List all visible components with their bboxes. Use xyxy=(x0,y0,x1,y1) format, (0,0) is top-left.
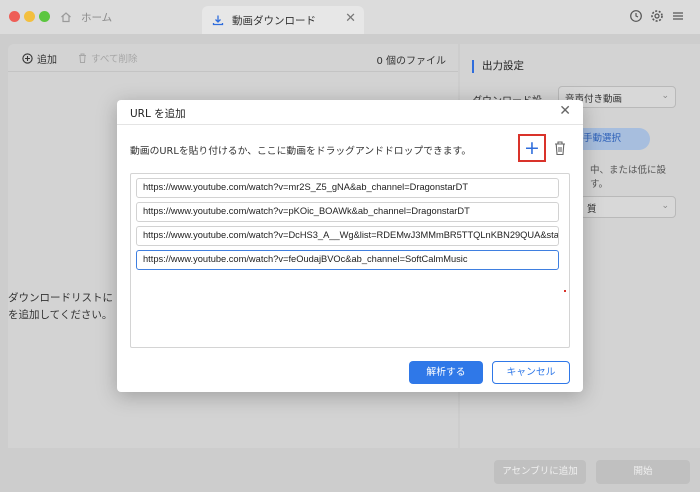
add-url-dialog: URL を追加 ✕ 動画のURLを貼り付けるか、ここに動画をドラッグアンドドロッ… xyxy=(117,100,583,392)
add-button[interactable]: 追加 xyxy=(22,51,57,66)
trash-icon[interactable] xyxy=(553,140,567,156)
marker-dot xyxy=(564,290,566,292)
dialog-title: URL を追加 xyxy=(130,108,186,120)
quality-value: 質 xyxy=(587,204,597,215)
dialog-description: 動画のURLを貼り付けるか、ここに動画をドラッグアンドドロップできます。 xyxy=(130,146,472,157)
window-close-button[interactable] xyxy=(9,11,20,22)
tab-video-download[interactable]: 動画ダウンロード ✕ xyxy=(202,6,364,34)
window-minimize-button[interactable] xyxy=(24,11,35,22)
dialog-close-icon[interactable]: ✕ xyxy=(559,104,571,118)
home-icon xyxy=(61,12,71,23)
chevron-down-icon: ⌄ xyxy=(661,91,669,101)
url-input[interactable]: https://www.youtube.com/watch?v=pKOic_BO… xyxy=(136,202,559,222)
analyze-button[interactable]: 解析する xyxy=(409,361,483,384)
url-input[interactable]: https://www.youtube.com/watch?v=DcHS3_A_… xyxy=(136,226,559,246)
footer-bar: アセンブリに追加 開始 xyxy=(0,448,700,492)
clear-all-label: すべて削除 xyxy=(91,54,138,65)
empty-message-line-1: ダウンロードリストに xyxy=(8,292,113,304)
output-settings-title: 出力設定 xyxy=(472,60,524,73)
chevron-down-icon: ⌄ xyxy=(661,201,669,211)
list-toolbar: 追加 すべて削除 0 個のファイル xyxy=(8,44,458,72)
quality-select[interactable]: 質 ⌄ xyxy=(580,196,676,218)
quality-hint-line-2: す。 xyxy=(590,179,609,190)
plus-circle-icon xyxy=(22,53,33,64)
tab-home-label: ホーム xyxy=(81,11,113,24)
add-to-queue-button[interactable]: アセンブリに追加 xyxy=(494,460,586,484)
quality-hint: 中、または低に設 す。 xyxy=(590,164,666,192)
download-icon xyxy=(212,15,224,26)
empty-message-line-2: を追加してください。 xyxy=(8,309,113,321)
plus-icon: + xyxy=(524,136,540,159)
tab-close-icon[interactable]: ✕ xyxy=(345,12,356,26)
quality-hint-line-1: 中、または低に設 xyxy=(590,165,667,176)
add-button-label: 追加 xyxy=(37,55,57,66)
add-url-field-button[interactable]: + xyxy=(518,134,546,162)
file-count: 0 個のファイル xyxy=(376,56,446,67)
url-input[interactable]: https://www.youtube.com/watch?v=mr2S_Z5_… xyxy=(136,178,559,198)
window-zoom-button[interactable] xyxy=(39,11,50,22)
title-bar: ホーム 動画ダウンロード ✕ xyxy=(0,0,700,34)
trash-icon xyxy=(79,53,86,63)
tab-home[interactable]: ホーム xyxy=(52,0,202,34)
empty-list-message: ダウンロードリストに を追加してください。 xyxy=(8,290,113,324)
gear-icon[interactable] xyxy=(650,9,664,23)
url-input[interactable]: https://www.youtube.com/watch?v=feOudajB… xyxy=(136,250,559,270)
tab-video-download-label: 動画ダウンロード xyxy=(232,14,316,27)
start-button[interactable]: 開始 xyxy=(596,460,690,484)
menu-icon[interactable] xyxy=(671,9,685,23)
dialog-divider xyxy=(117,124,583,125)
clear-all-button[interactable]: すべて削除 xyxy=(78,51,137,65)
history-icon[interactable] xyxy=(629,9,643,23)
url-list-box: https://www.youtube.com/watch?v=mr2S_Z5_… xyxy=(130,173,570,348)
cancel-button[interactable]: キャンセル xyxy=(492,361,570,384)
